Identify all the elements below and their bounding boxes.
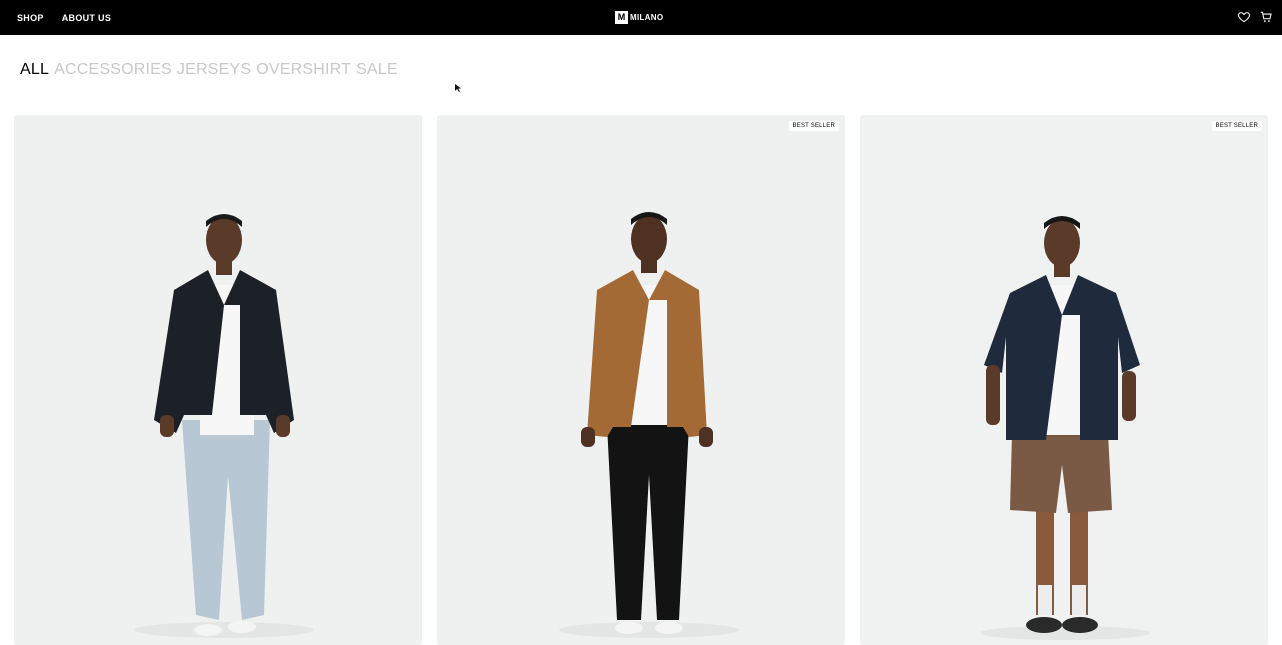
product-image <box>134 214 314 638</box>
category-overshirt[interactable]: OVERSHIRT <box>256 61 351 79</box>
category-accessories[interactable]: ACCESSORIES <box>54 61 172 79</box>
product-card[interactable]: BEST SELLER <box>860 115 1268 645</box>
nav-shop-link[interactable]: SHOP <box>17 13 44 23</box>
product-image <box>980 216 1150 640</box>
mouse-cursor-icon <box>455 84 461 92</box>
header-actions <box>1237 8 1273 26</box>
cart-icon[interactable] <box>1259 10 1273 24</box>
brand-logo[interactable]: M MILANO <box>615 10 663 24</box>
product-image <box>559 212 739 638</box>
nav-about-link[interactable]: ABOUT US <box>62 13 111 23</box>
category-all[interactable]: ALL <box>20 61 49 79</box>
product-card[interactable]: BEST SELLER <box>437 115 845 645</box>
logo-text: MILANO <box>630 12 664 22</box>
logo-mark: M <box>615 10 628 24</box>
category-filter-bar: ALL ACCESSORIES JERSEYS OVERSHIRT SALE <box>20 60 398 80</box>
product-card[interactable] <box>14 115 422 645</box>
primary-nav: SHOP ABOUT US <box>17 0 111 35</box>
heart-icon[interactable] <box>1237 10 1251 24</box>
top-navigation-bar: SHOP ABOUT US M MILANO <box>0 0 1282 35</box>
category-sale[interactable]: SALE <box>356 61 398 79</box>
category-jerseys[interactable]: JERSEYS <box>177 61 251 79</box>
